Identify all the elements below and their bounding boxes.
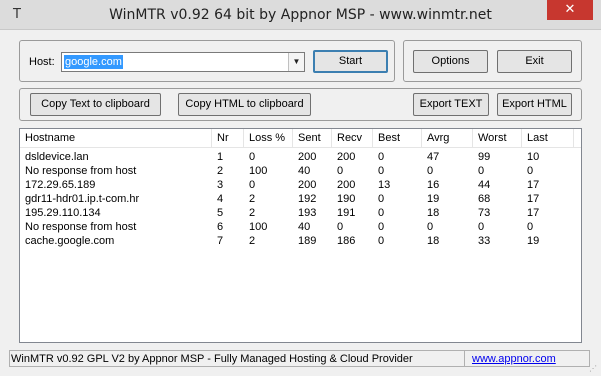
cell-best: 0 xyxy=(378,207,385,219)
cell-best: 0 xyxy=(378,151,385,163)
cell-best: 0 xyxy=(378,235,385,247)
cell-nr: 4 xyxy=(217,193,224,205)
cell-avrg: 47 xyxy=(427,151,440,163)
cell-recv: 190 xyxy=(337,193,356,205)
table-row[interactable]: cache.google.com 7 2 189 186 0 18 33 19 xyxy=(20,234,581,248)
cell-last: 17 xyxy=(527,207,540,219)
chevron-down-icon[interactable]: ▼ xyxy=(288,53,304,71)
cell-worst: 73 xyxy=(478,207,491,219)
table-row[interactable]: dsldevice.lan 1 0 200 200 0 47 99 10 xyxy=(20,150,581,164)
cell-sent: 40 xyxy=(298,165,311,177)
cell-avrg: 16 xyxy=(427,179,440,191)
copy-html-button[interactable]: Copy HTML to clipboard xyxy=(178,93,311,116)
cell-avrg: 18 xyxy=(427,235,440,247)
column-header-last[interactable]: Last xyxy=(522,129,574,148)
table-row[interactable]: 172.29.65.189 3 0 200 200 13 16 44 17 xyxy=(20,178,581,192)
appnor-link[interactable]: www.appnor.com xyxy=(472,351,556,368)
cell-nr: 3 xyxy=(217,179,224,191)
resize-grip-icon[interactable]: ⋰ xyxy=(589,364,599,374)
cell-nr: 1 xyxy=(217,151,224,163)
cell-sent: 193 xyxy=(298,207,317,219)
cell-best: 13 xyxy=(378,179,391,191)
cell-last: 10 xyxy=(527,151,540,163)
table-header: Hostname Nr Loss % Sent Recv Best Avrg Worst Las… xyxy=(20,129,581,148)
cell-loss: 0 xyxy=(249,151,256,163)
export-html-button[interactable]: Export HTML xyxy=(497,93,572,116)
column-header-avrg[interactable]: Avrg xyxy=(422,129,473,148)
column-header-worst[interactable]: Worst xyxy=(473,129,522,148)
column-header-recv[interactable]: Recv xyxy=(332,129,373,148)
cell-avrg: 0 xyxy=(427,221,434,233)
cell-avrg: 0 xyxy=(427,165,434,177)
cell-last: 0 xyxy=(527,165,534,177)
cell-worst: 0 xyxy=(478,165,485,177)
cell-worst: 68 xyxy=(478,193,491,205)
close-window-button[interactable]: ✕ xyxy=(547,0,593,20)
host-combobox[interactable]: google.com ▼ xyxy=(61,52,305,72)
cell-last: 19 xyxy=(527,235,540,247)
cell-recv: 191 xyxy=(337,207,356,219)
column-header-best[interactable]: Best xyxy=(373,129,422,148)
column-header-sent[interactable]: Sent xyxy=(293,129,332,148)
cell-loss: 100 xyxy=(249,165,268,177)
column-header-loss[interactable]: Loss % xyxy=(244,129,293,148)
cell-nr: 2 xyxy=(217,165,224,177)
cell-sent: 189 xyxy=(298,235,317,247)
status-text: WinMTR v0.92 GPL V2 by Appnor MSP - Full… xyxy=(9,350,464,367)
cell-hostname: gdr11-hdr01.ip.t-com.hr xyxy=(25,193,140,205)
cell-loss: 0 xyxy=(249,179,256,191)
column-header-nr[interactable]: Nr xyxy=(212,129,244,148)
start-button[interactable]: Start xyxy=(313,50,388,73)
cell-best: 0 xyxy=(378,221,385,233)
cell-sent: 40 xyxy=(298,221,311,233)
results-table[interactable]: Hostname Nr Loss % Sent Recv Best Avrg Worst Las… xyxy=(19,128,582,343)
cell-nr: 5 xyxy=(217,207,224,219)
cell-avrg: 19 xyxy=(427,193,440,205)
cell-last: 17 xyxy=(527,193,540,205)
cell-best: 0 xyxy=(378,165,385,177)
cell-recv: 200 xyxy=(337,151,356,163)
options-button[interactable]: Options xyxy=(413,50,488,73)
cell-recv: 0 xyxy=(337,165,344,177)
table-row[interactable]: No response from host 2 100 40 0 0 0 0 0 xyxy=(20,164,581,178)
host-label: Host: xyxy=(29,56,55,68)
cell-nr: 7 xyxy=(217,235,224,247)
host-value[interactable]: google.com xyxy=(64,55,123,69)
cell-loss: 2 xyxy=(249,235,256,247)
title-bar: T WinMTR v0.92 64 bit by Appnor MSP - ww… xyxy=(0,0,601,30)
cell-last: 0 xyxy=(527,221,534,233)
cell-avrg: 18 xyxy=(427,207,440,219)
cell-sent: 192 xyxy=(298,193,317,205)
cell-sent: 200 xyxy=(298,151,317,163)
cell-nr: 6 xyxy=(217,221,224,233)
status-link-panel: www.appnor.com xyxy=(464,350,590,367)
table-row[interactable]: No response from host 6 100 40 0 0 0 0 0 xyxy=(20,220,581,234)
table-row[interactable]: gdr11-hdr01.ip.t-com.hr 4 2 192 190 0 19 68 17 xyxy=(20,192,581,206)
cell-hostname: No response from host xyxy=(25,221,137,233)
cell-worst: 0 xyxy=(478,221,485,233)
column-header-hostname[interactable]: Hostname xyxy=(20,129,212,148)
cell-worst: 44 xyxy=(478,179,491,191)
cell-best: 0 xyxy=(378,193,385,205)
cell-recv: 0 xyxy=(337,221,344,233)
cell-recv: 200 xyxy=(337,179,356,191)
cell-sent: 200 xyxy=(298,179,317,191)
cell-recv: 186 xyxy=(337,235,356,247)
cell-last: 17 xyxy=(527,179,540,191)
table-row[interactable]: 195.29.110.134 5 2 193 191 0 18 73 17 xyxy=(20,206,581,220)
cell-worst: 99 xyxy=(478,151,491,163)
cell-loss: 2 xyxy=(249,193,256,205)
cell-hostname: 195.29.110.134 xyxy=(25,207,101,219)
copy-text-button[interactable]: Copy Text to clipboard xyxy=(30,93,161,116)
window-title: WinMTR v0.92 64 bit by Appnor MSP - www.… xyxy=(109,7,492,23)
cell-hostname: dsldevice.lan xyxy=(25,151,89,163)
cell-hostname: 172.29.65.189 xyxy=(25,179,96,191)
cell-worst: 33 xyxy=(478,235,491,247)
export-text-button[interactable]: Export TEXT xyxy=(413,93,489,116)
cell-loss: 2 xyxy=(249,207,256,219)
cell-hostname: cache.google.com xyxy=(25,235,115,247)
cell-hostname: No response from host xyxy=(25,165,137,177)
exit-button[interactable]: Exit xyxy=(497,50,572,73)
cell-loss: 100 xyxy=(249,221,268,233)
